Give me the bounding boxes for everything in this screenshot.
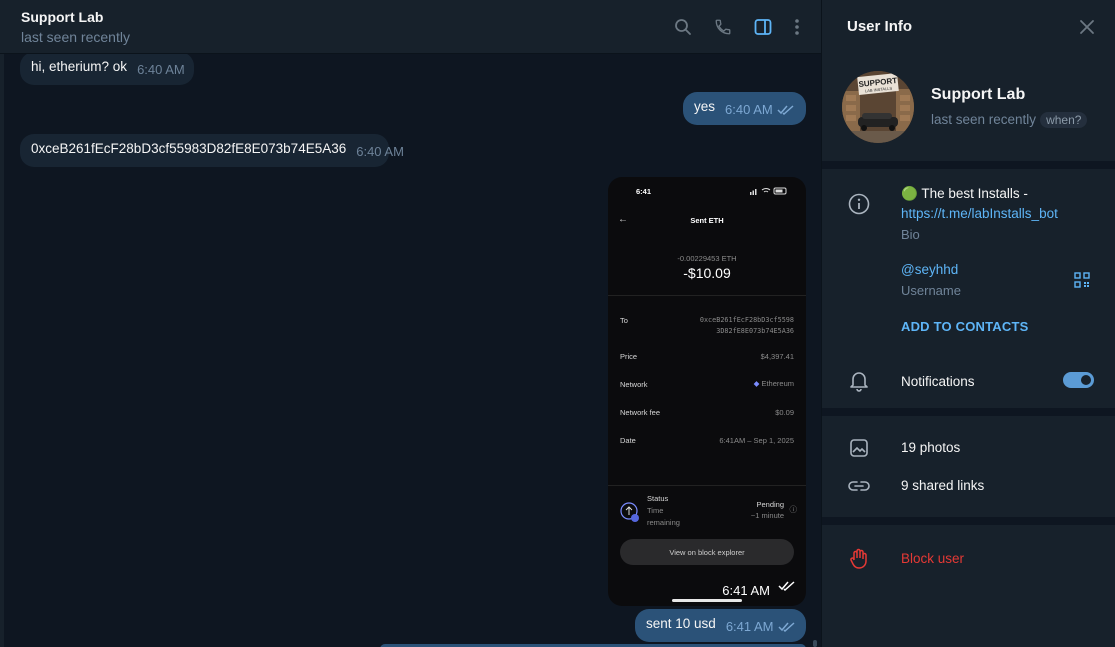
date-label: Date <box>620 436 636 445</box>
avatar[interactable]: SUPPORT LAB INSTALLS <box>842 71 914 143</box>
status-sub-1: Time <box>647 506 664 515</box>
fee-label: Network fee <box>620 408 661 417</box>
network-value: ◆ Ethereum <box>753 379 794 388</box>
double-check-icon <box>778 578 796 596</box>
price-label: Price <box>620 352 638 361</box>
message-incoming[interactable]: hi, etherium? ok 6:40 AM <box>20 54 194 85</box>
block-explorer-button: View on block explorer <box>620 539 794 565</box>
message-text: 0xceB261fEcF28bD3cf55983D82fE8E073b74E5A… <box>31 141 347 156</box>
pending-eta: ~1 minute <box>750 511 784 520</box>
notifications-toggle[interactable] <box>1063 372 1094 388</box>
green-circle-emoji: 🟢 <box>901 186 918 201</box>
search-icon[interactable] <box>672 16 694 38</box>
shared-links-item[interactable]: 9 shared links <box>901 478 984 493</box>
double-check-icon <box>777 103 795 118</box>
bell-icon <box>848 370 870 392</box>
message-text: sent 10 usd <box>646 616 716 631</box>
chat-header[interactable]: Support Lab last seen recently <box>0 0 821 54</box>
phone-status-icons <box>750 187 790 197</box>
message-time: 6:40 AM <box>725 102 773 117</box>
home-indicator <box>672 599 742 602</box>
date-value: 6:41AM – Sep 1, 2025 <box>719 436 794 445</box>
photo-icon <box>848 437 870 459</box>
scrollbar[interactable] <box>812 54 818 647</box>
message-text: yes <box>694 99 716 114</box>
to-address-2: 3D82fE8E073b74E5A36 <box>716 327 794 335</box>
screen-header: Sent ETH <box>690 216 724 225</box>
fee-value: $0.09 <box>775 408 794 417</box>
eth-amount: -0.00229453 ETH <box>677 254 737 263</box>
chat-status: last seen recently <box>21 29 130 45</box>
section-separator <box>822 408 1115 416</box>
section-separator <box>822 161 1115 169</box>
close-icon[interactable] <box>1079 19 1095 40</box>
user-info-panel: User Info SUPPORT LAB INSTALLS Support L… <box>821 0 1115 647</box>
message-time: 6:40 AM <box>356 144 404 159</box>
message-outgoing[interactable]: yes 6:40 AM <box>683 92 806 125</box>
profile-status: last seen recently when? <box>931 112 1088 128</box>
add-to-contacts-button[interactable]: ADD TO CONTACTS <box>901 319 1028 334</box>
to-address-1: 0xceB261fEcF28bD3cf5598 <box>699 316 794 324</box>
hand-stop-icon <box>848 548 870 570</box>
block-user-button[interactable]: Block user <box>901 551 964 566</box>
scrollbar-thumb[interactable] <box>813 640 817 647</box>
bio-text: 🟢 The best Installs - <box>901 186 1028 201</box>
username-label: Username <box>901 283 961 298</box>
photos-item[interactable]: 19 photos <box>901 440 960 455</box>
bio-link[interactable]: https://t.me/labInstalls_bot <box>901 206 1058 221</box>
notifications-label: Notifications <box>901 374 975 389</box>
message-time: 6:41 AM <box>722 583 770 598</box>
sidebar-toggle-icon[interactable] <box>752 16 774 38</box>
message-outgoing[interactable]: sent 10 usd 6:41 AM <box>635 609 806 642</box>
info-icon <box>848 193 870 215</box>
message-time: 6:40 AM <box>137 62 185 77</box>
price-value: $4,397.41 <box>760 352 794 361</box>
message-incoming[interactable]: 0xceB261fEcF28bD3cf55983D82fE8E073b74E5A… <box>20 134 404 167</box>
usd-amount: -$10.09 <box>683 265 731 281</box>
divider <box>608 295 806 296</box>
panel-title: User Info <box>847 18 913 35</box>
qr-code-icon[interactable] <box>1074 272 1090 293</box>
status-icon <box>620 501 640 525</box>
chat-area: Support Lab last seen recently hi, ether… <box>0 0 821 647</box>
network-label: Network <box>620 380 648 389</box>
double-check-icon <box>777 620 796 635</box>
info-icon: ⓘ <box>789 505 798 514</box>
message-list[interactable]: hi, etherium? ok 6:40 AM yes 6:40 AM 0xceB… <box>0 54 821 647</box>
message-time: 6:41 AM <box>725 619 774 634</box>
username-value[interactable]: @seyhhd <box>901 262 958 277</box>
bio-label: Bio <box>901 227 920 242</box>
chat-title[interactable]: Support Lab <box>21 9 103 25</box>
to-label: To <box>620 316 628 325</box>
toggle-knob <box>1079 373 1093 387</box>
status-sub-2: remaining <box>647 518 680 527</box>
when-button[interactable]: when? <box>1040 112 1088 128</box>
telegram-window: Support Lab last seen recently hi, ether… <box>0 0 1115 647</box>
photo-message[interactable]: 6:41 ← Sent ETH -0.00229453 ETH -$10.09 … <box>608 177 806 606</box>
divider <box>608 485 806 486</box>
phone-clock: 6:41 <box>636 187 652 196</box>
status-label: Status <box>647 494 669 503</box>
profile-name: Support Lab <box>931 86 1026 103</box>
more-vert-icon[interactable] <box>786 16 808 38</box>
link-icon <box>848 475 870 497</box>
message-text: hi, etherium? ok <box>31 59 128 74</box>
section-separator <box>822 517 1115 525</box>
phone-icon[interactable] <box>712 16 734 38</box>
pending-label: Pending <box>756 500 784 509</box>
